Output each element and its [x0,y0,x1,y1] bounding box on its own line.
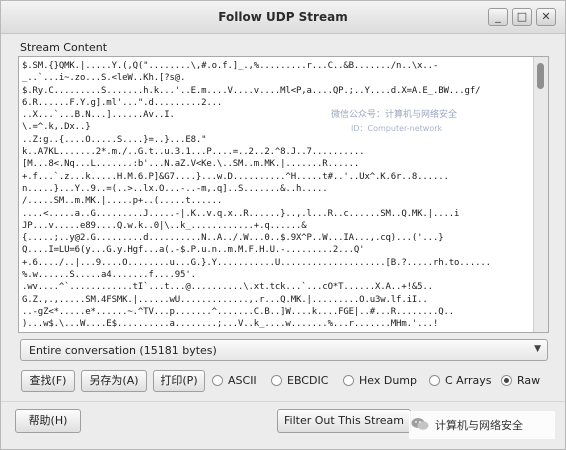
stream-text[interactable]: $.SM.{}QMK.|.....Y.(,Q("........\,#.o.f.… [22,60,530,333]
print-button[interactable]: 打印(P) [153,370,205,392]
radio-c-arrays-indicator[interactable] [429,375,440,386]
stream-line: $.SM.{}QMK.|.....Y.(,Q("........\,#.o.f.… [22,61,439,71]
stream-line: +.6..../..|...9....O........u...G.}.Y...… [22,257,491,268]
vertical-scrollbar[interactable] [533,57,548,332]
stream-line: +.f...`.z...k.....H.M.6.P]&G7....}...w.D… [22,171,449,182]
watermark-id: ID：Computer-network [351,124,443,133]
watermark-text: 微信公众号：计算机与网络安全 [331,110,458,120]
stream-line: {.....;..y@2.G.........d..........N..A..… [22,233,444,244]
radio-ascii-label: ASCII [228,374,257,387]
conversation-select-value: Entire conversation (15181 bytes) [29,344,217,357]
stream-line: )...w$.\...W....E$..........a........;..… [22,319,439,330]
stream-line: [M...8<.Nq...L.......:b'...N.aZ.V<Ke.\..… [22,159,360,170]
stream-content-label: Stream Content [20,41,108,54]
wechat-icon [411,418,429,430]
window-title: Follow UDP Stream [218,10,348,24]
stream-line: V...SM..~.MK.|..........C...............… [22,331,530,333]
save-as-button[interactable]: 另存为(A) [81,370,147,392]
radio-hex-dump-indicator[interactable] [343,375,354,386]
scrollbar-thumb[interactable] [537,63,544,89]
radio-raw-label: Raw [517,374,541,387]
radio-raw-indicator[interactable] [501,375,512,386]
filter-out-stream-button[interactable]: Filter Out This Stream [277,409,411,433]
follow-udp-stream-dialog: Follow UDP Stream _ □ ✕ Stream Content $… [0,0,566,450]
radio-ebcdic-indicator[interactable] [271,375,282,386]
stream-line: /.....SM..m.MK.|.....p+..(.....t...... [22,196,223,207]
stream-line: ....<.....a..G.........J.....-|.K..v.q.x… [22,208,460,219]
radio-ebcdic-label: EBCDIC [287,374,329,387]
footer-divider [1,401,565,402]
stream-line: JP...v.....e89....Q.w.k..0|\..k_........… [22,220,307,231]
stream-line: ..-gZ<*.....e*......~.^TV...p.......^...… [22,306,455,317]
radio-ascii-indicator[interactable] [212,375,223,386]
stream-line: G.Z.,.,.....SM.4FSMK.|......wU..........… [22,294,428,305]
close-button[interactable]: ✕ [536,8,556,26]
find-button[interactable]: 查找(F) [21,370,75,392]
stream-line: k..A7KL.......2*.m./..G.t..u.3.1...P....… [22,147,365,158]
stream-line: $.Ry.C.........S.......h.k...'..E.m....V… [22,85,481,96]
brand-watermark: 计算机与网络安全 [409,411,555,439]
stream-line: _..`...i~.zo...S.<leW..Kh.[?s@. [22,73,186,84]
brand-text: 计算机与网络安全 [435,419,523,432]
stream-line: Q....I=LU=6(y...G.y.Hgf...a(.-$.P.u.n..m… [22,245,365,256]
conversation-select[interactable]: Entire conversation (15181 bytes) ▼ [20,339,548,361]
title-bar[interactable]: Follow UDP Stream _ □ ✕ [1,1,565,34]
radio-c-arrays-label: C Arrays [445,374,492,387]
stream-line: .wv....^`............tI`...t...@........… [22,282,433,293]
stream-line: ..Z:g..{....O.....S....}=..}...E8." [22,134,207,145]
stream-content-area[interactable]: $.SM.{}QMK.|.....Y.(,Q("........\,#.o.f.… [18,56,549,333]
maximize-button[interactable]: □ [512,8,532,26]
minimize-button[interactable]: _ [488,8,508,26]
stream-line: n.....}...Y..9..=(..>..lx.O...-..-m,.q].… [22,183,328,194]
stream-line: %.w......S.....a4.......f....95'. [22,270,196,281]
chevron-down-icon: ▼ [534,344,541,354]
stream-line: \.=^.k,.Dx..} [22,122,91,133]
help-button[interactable]: 帮助(H) [15,409,81,433]
radio-hex-dump-label: Hex Dump [359,374,417,387]
